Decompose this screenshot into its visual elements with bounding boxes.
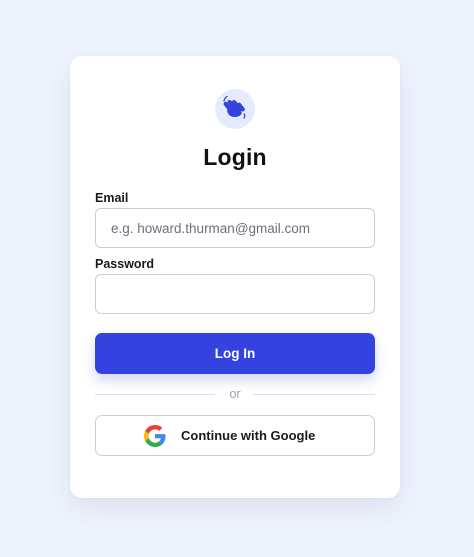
login-card: Login Email Password Log In or Continue … xyxy=(70,56,400,498)
google-signin-button[interactable]: Continue with Google xyxy=(95,415,375,456)
email-field[interactable] xyxy=(95,208,375,248)
google-g-icon xyxy=(144,425,166,447)
password-field[interactable] xyxy=(95,274,375,314)
waving-hand-icon xyxy=(222,94,248,125)
logo-badge xyxy=(215,89,255,129)
password-label: Password xyxy=(95,257,155,271)
login-button[interactable]: Log In xyxy=(95,333,375,374)
email-label: Email xyxy=(95,191,129,205)
divider-right xyxy=(253,394,375,395)
page-title: Login xyxy=(203,144,267,170)
google-button-label: Continue with Google xyxy=(181,428,316,443)
